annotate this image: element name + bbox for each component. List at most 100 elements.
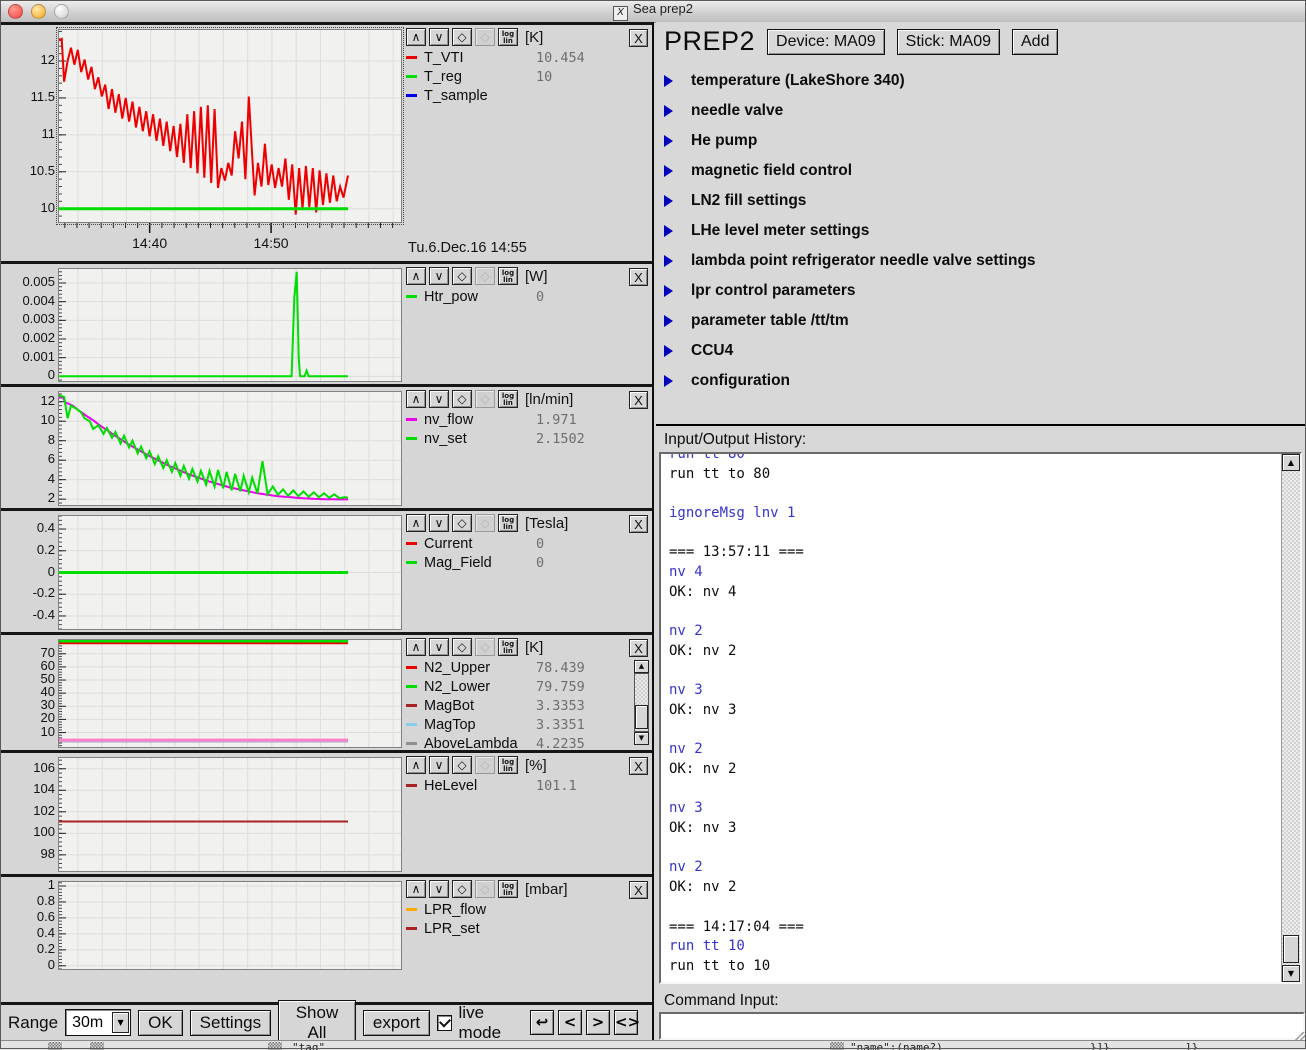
scale-up-button[interactable]: ∧ xyxy=(406,28,426,46)
legend-row: Mag_Field0 xyxy=(406,553,648,572)
legend-color-dash xyxy=(406,704,417,707)
range-dropdown-button[interactable]: ▼ xyxy=(112,1012,129,1033)
sidebar-item-needle-valve[interactable]: needle valve xyxy=(664,96,1298,126)
legend-row: N2_Upper78.439 xyxy=(406,658,648,677)
scale-up-button[interactable]: ∧ xyxy=(406,756,426,774)
lin-label: lin xyxy=(499,766,517,773)
log-lin-button[interactable]: loglin xyxy=(498,514,518,532)
legend-color-dash xyxy=(406,437,417,440)
show-all-button[interactable]: Show All xyxy=(278,1000,356,1046)
log-lin-button[interactable]: loglin xyxy=(498,28,518,46)
sidebar-item-configuration[interactable]: configuration xyxy=(664,366,1298,396)
chart-plot-lpr[interactable] xyxy=(58,881,402,970)
autoscale-button[interactable]: ◇ xyxy=(452,756,472,774)
scale-down-button[interactable]: ∨ xyxy=(429,514,449,532)
legend-series-name: LPR_set xyxy=(424,921,536,937)
close-panel-button[interactable]: X xyxy=(629,515,648,533)
legend-scrollbar-down-button[interactable]: ▼ xyxy=(634,732,649,745)
pan-left-button[interactable]: < xyxy=(558,1010,582,1035)
range-select[interactable]: 30m ▼ xyxy=(65,1009,131,1036)
y-tick-label: 60 xyxy=(41,658,55,673)
stick-button[interactable]: Stick: MA09 xyxy=(897,29,1000,55)
legend-color-dash xyxy=(406,723,417,726)
scale-down-button[interactable]: ∨ xyxy=(429,267,449,285)
chart-button-row: ∧∨◇◇loglin[mbar] xyxy=(406,880,648,900)
add-button[interactable]: Add xyxy=(1012,29,1058,55)
chart-plot-magnetic-field[interactable] xyxy=(58,515,402,630)
sidebar-item-lhe-level-meter-settings[interactable]: LHe level meter settings xyxy=(664,216,1298,246)
legend-scrollbar[interactable]: ▲▼ xyxy=(634,660,649,745)
autoscale-button[interactable]: ◇ xyxy=(452,390,472,408)
log-lin-button[interactable]: loglin xyxy=(498,638,518,656)
y-tick-label: 0.6 xyxy=(37,909,55,924)
chart-plot-temperature[interactable] xyxy=(58,29,402,223)
chart-plot-he-level[interactable] xyxy=(58,757,402,872)
sidebar-item-magnetic-field-control[interactable]: magnetic field control xyxy=(664,156,1298,186)
close-panel-button[interactable]: X xyxy=(629,391,648,409)
y-tick-label: 4 xyxy=(48,471,55,486)
close-panel-button[interactable]: X xyxy=(629,29,648,47)
log-lin-button[interactable]: loglin xyxy=(498,756,518,774)
sidebar-item-ccu4[interactable]: CCU4 xyxy=(664,336,1298,366)
autoscale-button[interactable]: ◇ xyxy=(452,28,472,46)
panel-cryostat-temperatures: 10203040506070∧∨◇◇loglin[K]XN2_Upper78.4… xyxy=(0,632,652,750)
legend-scrollbar-up-button[interactable]: ▲ xyxy=(634,660,649,673)
sidebar-item-he-pump[interactable]: He pump xyxy=(664,126,1298,156)
close-panel-button[interactable]: X xyxy=(629,881,648,899)
scale-up-button[interactable]: ∧ xyxy=(406,514,426,532)
scrollbar-down-button[interactable]: ▼ xyxy=(1282,965,1300,982)
legend-row: MagBot3.3353 xyxy=(406,696,648,715)
y-tick-label: 0 xyxy=(48,564,55,579)
sidebar-item-lambda-point-refrigerator-needle-valve-settings[interactable]: lambda point refrigerator needle valve s… xyxy=(664,246,1298,276)
sidebar-item-lpr-control-parameters[interactable]: lpr control parameters xyxy=(664,276,1298,306)
chart-legend: ∧∨◇◇loglin[K]XT_VTI10.454T_reg10T_sample… xyxy=(400,25,652,261)
close-panel-button[interactable]: X xyxy=(629,757,648,775)
scale-down-button[interactable]: ∨ xyxy=(429,390,449,408)
scale-up-button[interactable]: ∧ xyxy=(406,880,426,898)
sidebar-item-temperature-lakeshore-340[interactable]: temperature (LakeShore 340) xyxy=(664,66,1298,96)
scale-up-button[interactable]: ∧ xyxy=(406,267,426,285)
page-title: PREP2 xyxy=(664,26,755,57)
y-tick-label: 0.4 xyxy=(37,925,55,940)
close-panel-button[interactable]: X xyxy=(629,268,648,286)
ok-button[interactable]: OK xyxy=(138,1010,183,1036)
chart-plot-heater-power[interactable] xyxy=(58,268,402,382)
autoscale-button[interactable]: ◇ xyxy=(452,514,472,532)
scrollbar-up-button[interactable]: ▲ xyxy=(1282,454,1300,471)
pan-right-button[interactable]: > xyxy=(586,1010,610,1035)
live-mode-checkbox[interactable] xyxy=(437,1015,451,1031)
chart-legend: ∧∨◇◇loglin[K]XN2_Upper78.439N2_Lower79.7… xyxy=(400,635,652,750)
log-lin-button[interactable]: loglin xyxy=(498,880,518,898)
scale-down-button[interactable]: ∨ xyxy=(429,880,449,898)
autoscale-button[interactable]: ◇ xyxy=(452,638,472,656)
window-titlebar[interactable]: XSea prep2 xyxy=(0,0,1306,23)
chart-plot-needle-valve-flow[interactable] xyxy=(58,391,402,506)
log-lin-button[interactable]: loglin xyxy=(498,267,518,285)
io-history-scrollbar[interactable]: ▲ ▼ xyxy=(1281,454,1300,982)
export-button[interactable]: export xyxy=(363,1010,430,1036)
scale-down-button[interactable]: ∨ xyxy=(429,756,449,774)
settings-button[interactable]: Settings xyxy=(190,1010,271,1036)
sidebar-item-ln2-fill-settings[interactable]: LN2 fill settings xyxy=(664,186,1298,216)
chart-plot-cryostat-temperatures[interactable] xyxy=(58,639,402,748)
refresh-button[interactable]: ↩ xyxy=(530,1010,554,1035)
section-label: lpr control parameters xyxy=(691,282,856,300)
sidebar-item-parameter-table-tt-tm[interactable]: parameter table /tt/tm xyxy=(664,306,1298,336)
autoscale-button[interactable]: ◇ xyxy=(452,880,472,898)
io-history-box[interactable]: run tt 80run tt to 80ignoreMsg lnv 1=== … xyxy=(659,452,1302,984)
legend-scrollbar-thumb[interactable] xyxy=(635,705,648,729)
expand-triangle-icon xyxy=(664,315,682,327)
scrollbar-thumb[interactable] xyxy=(1283,935,1299,963)
zoom-out-button[interactable]: <> xyxy=(614,1010,638,1035)
scale-down-button[interactable]: ∨ xyxy=(429,28,449,46)
autoscale-button[interactable]: ◇ xyxy=(452,267,472,285)
device-button[interactable]: Device: MA09 xyxy=(767,29,885,55)
y-axis-labels: 00.0010.0020.0030.0040.005 xyxy=(0,264,58,384)
log-lin-button[interactable]: loglin xyxy=(498,390,518,408)
close-panel-button[interactable]: X xyxy=(629,639,648,657)
legend-row: nv_set2.1502 xyxy=(406,429,648,448)
scale-up-button[interactable]: ∧ xyxy=(406,390,426,408)
scale-up-button[interactable]: ∧ xyxy=(406,638,426,656)
command-input[interactable] xyxy=(659,1012,1305,1040)
scale-down-button[interactable]: ∨ xyxy=(429,638,449,656)
